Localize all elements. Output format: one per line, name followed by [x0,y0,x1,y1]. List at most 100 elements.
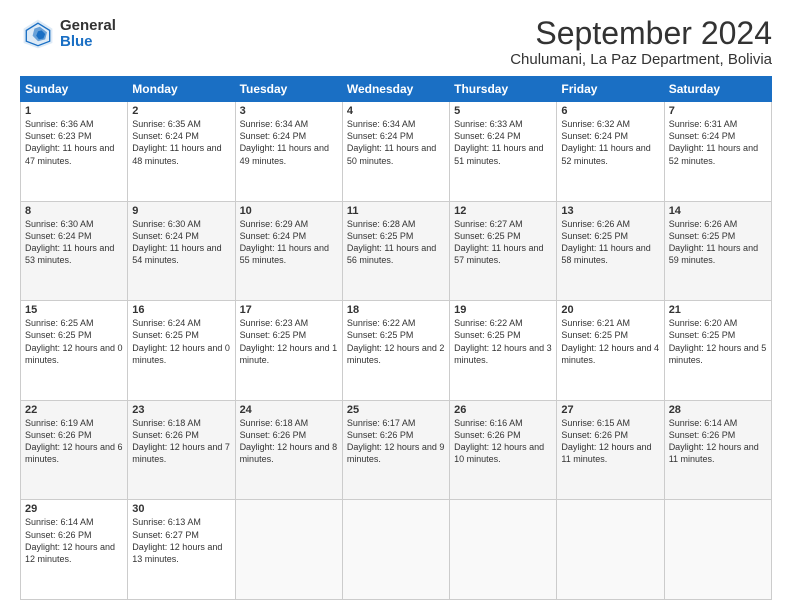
day-info: Sunrise: 6:14 AMSunset: 6:26 PMDaylight:… [669,418,759,464]
day-number: 4 [347,105,445,117]
day-info: Sunrise: 6:28 AMSunset: 6:25 PMDaylight:… [347,219,436,265]
day-number: 9 [132,205,230,217]
col-monday: Monday [128,77,235,102]
table-row: 24 Sunrise: 6:18 AMSunset: 6:26 PMDayligh… [235,400,342,500]
col-friday: Friday [557,77,664,102]
day-info: Sunrise: 6:26 AMSunset: 6:25 PMDaylight:… [669,219,758,265]
day-info: Sunrise: 6:26 AMSunset: 6:25 PMDaylight:… [561,219,650,265]
day-info: Sunrise: 6:34 AMSunset: 6:24 PMDaylight:… [347,119,436,165]
day-info: Sunrise: 6:32 AMSunset: 6:24 PMDaylight:… [561,119,650,165]
table-row: 21 Sunrise: 6:20 AMSunset: 6:25 PMDayligh… [664,301,771,401]
day-info: Sunrise: 6:27 AMSunset: 6:25 PMDaylight:… [454,219,543,265]
table-row: 27 Sunrise: 6:15 AMSunset: 6:26 PMDayligh… [557,400,664,500]
calendar-week-row: 29 Sunrise: 6:14 AMSunset: 6:26 PMDayligh… [21,500,772,600]
day-info: Sunrise: 6:22 AMSunset: 6:25 PMDaylight:… [454,318,552,364]
day-info: Sunrise: 6:13 AMSunset: 6:27 PMDaylight:… [132,517,222,563]
day-info: Sunrise: 6:17 AMSunset: 6:26 PMDaylight:… [347,418,445,464]
table-row: 3 Sunrise: 6:34 AMSunset: 6:24 PMDaylight… [235,102,342,202]
day-number: 30 [132,503,230,515]
day-number: 26 [454,404,552,416]
table-row: 7Sunrise: 6:31 AMSunset: 6:24 PMDaylight… [664,102,771,202]
table-row: 4 Sunrise: 6:34 AMSunset: 6:24 PMDaylight… [342,102,449,202]
table-row: 2Sunrise: 6:35 AMSunset: 6:24 PMDaylight… [128,102,235,202]
day-number: 24 [240,404,338,416]
day-info: Sunrise: 6:19 AMSunset: 6:26 PMDaylight:… [25,418,123,464]
table-row: 11 Sunrise: 6:28 AMSunset: 6:25 PMDayligh… [342,201,449,301]
day-number: 3 [240,105,338,117]
day-number: 13 [561,205,659,217]
day-number: 29 [25,503,123,515]
calendar-header-row: Sunday Monday Tuesday Wednesday Thursday… [21,77,772,102]
table-row [450,500,557,600]
day-number: 7 [669,105,767,117]
col-tuesday: Tuesday [235,77,342,102]
day-number: 23 [132,404,230,416]
day-info: Sunrise: 6:30 AMSunset: 6:24 PMDaylight:… [132,219,221,265]
calendar-week-row: 1 Sunrise: 6:36 AMSunset: 6:23 PMDaylight… [21,102,772,202]
day-number: 21 [669,304,767,316]
day-info: Sunrise: 6:21 AMSunset: 6:25 PMDaylight:… [561,318,659,364]
day-info: Sunrise: 6:16 AMSunset: 6:26 PMDaylight:… [454,418,544,464]
day-info: Sunrise: 6:36 AMSunset: 6:23 PMDaylight:… [25,119,114,165]
day-number: 11 [347,205,445,217]
logo-text: General Blue [60,18,116,51]
day-info: Sunrise: 6:35 AMSunset: 6:24 PMDaylight:… [132,119,221,165]
logo-general-text: General [60,18,116,35]
day-info: Sunrise: 6:20 AMSunset: 6:25 PMDaylight:… [669,318,767,364]
day-info: Sunrise: 6:18 AMSunset: 6:26 PMDaylight:… [240,418,338,464]
table-row: 12Sunrise: 6:27 AMSunset: 6:25 PMDayligh… [450,201,557,301]
logo-icon [20,16,56,52]
table-row: 18 Sunrise: 6:22 AMSunset: 6:25 PMDayligh… [342,301,449,401]
day-number: 8 [25,205,123,217]
table-row: 30 Sunrise: 6:13 AMSunset: 6:27 PMDayligh… [128,500,235,600]
day-number: 6 [561,105,659,117]
day-info: Sunrise: 6:15 AMSunset: 6:26 PMDaylight:… [561,418,651,464]
table-row: 1 Sunrise: 6:36 AMSunset: 6:23 PMDaylight… [21,102,128,202]
day-number: 10 [240,205,338,217]
table-row: 9 Sunrise: 6:30 AMSunset: 6:24 PMDaylight… [128,201,235,301]
title-block: September 2024 Chulumani, La Paz Departm… [510,16,772,68]
table-row: 17Sunrise: 6:23 AMSunset: 6:25 PMDayligh… [235,301,342,401]
day-number: 20 [561,304,659,316]
day-number: 5 [454,105,552,117]
day-number: 17 [240,304,338,316]
table-row: 13 Sunrise: 6:26 AMSunset: 6:25 PMDayligh… [557,201,664,301]
table-row: 26 Sunrise: 6:16 AMSunset: 6:26 PMDayligh… [450,400,557,500]
table-row: 22Sunrise: 6:19 AMSunset: 6:26 PMDayligh… [21,400,128,500]
col-thursday: Thursday [450,77,557,102]
table-row: 25 Sunrise: 6:17 AMSunset: 6:26 PMDayligh… [342,400,449,500]
table-row [557,500,664,600]
day-info: Sunrise: 6:18 AMSunset: 6:26 PMDaylight:… [132,418,230,464]
table-row: 8Sunrise: 6:30 AMSunset: 6:24 PMDaylight… [21,201,128,301]
day-number: 25 [347,404,445,416]
table-row: 14Sunrise: 6:26 AMSunset: 6:25 PMDayligh… [664,201,771,301]
table-row: 16Sunrise: 6:24 AMSunset: 6:25 PMDayligh… [128,301,235,401]
table-row [235,500,342,600]
logo: General Blue [20,16,116,52]
col-wednesday: Wednesday [342,77,449,102]
sub-title: Chulumani, La Paz Department, Bolivia [510,51,772,68]
day-number: 18 [347,304,445,316]
day-info: Sunrise: 6:22 AMSunset: 6:25 PMDaylight:… [347,318,445,364]
day-number: 19 [454,304,552,316]
day-info: Sunrise: 6:33 AMSunset: 6:24 PMDaylight:… [454,119,543,165]
page: General Blue September 2024 Chulumani, L… [0,0,792,612]
day-info: Sunrise: 6:29 AMSunset: 6:24 PMDaylight:… [240,219,329,265]
day-number: 1 [25,105,123,117]
table-row [342,500,449,600]
day-info: Sunrise: 6:34 AMSunset: 6:24 PMDaylight:… [240,119,329,165]
col-sunday: Sunday [21,77,128,102]
table-row: 5 Sunrise: 6:33 AMSunset: 6:24 PMDaylight… [450,102,557,202]
day-number: 27 [561,404,659,416]
table-row: 6 Sunrise: 6:32 AMSunset: 6:24 PMDaylight… [557,102,664,202]
table-row: 20 Sunrise: 6:21 AMSunset: 6:25 PMDayligh… [557,301,664,401]
day-info: Sunrise: 6:14 AMSunset: 6:26 PMDaylight:… [25,517,115,563]
calendar-week-row: 15Sunrise: 6:25 AMSunset: 6:25 PMDayligh… [21,301,772,401]
col-saturday: Saturday [664,77,771,102]
day-number: 28 [669,404,767,416]
calendar-week-row: 22Sunrise: 6:19 AMSunset: 6:26 PMDayligh… [21,400,772,500]
calendar-table: Sunday Monday Tuesday Wednesday Thursday… [20,76,772,600]
day-number: 16 [132,304,230,316]
header: General Blue September 2024 Chulumani, L… [20,16,772,68]
logo-blue-text: Blue [60,34,116,51]
